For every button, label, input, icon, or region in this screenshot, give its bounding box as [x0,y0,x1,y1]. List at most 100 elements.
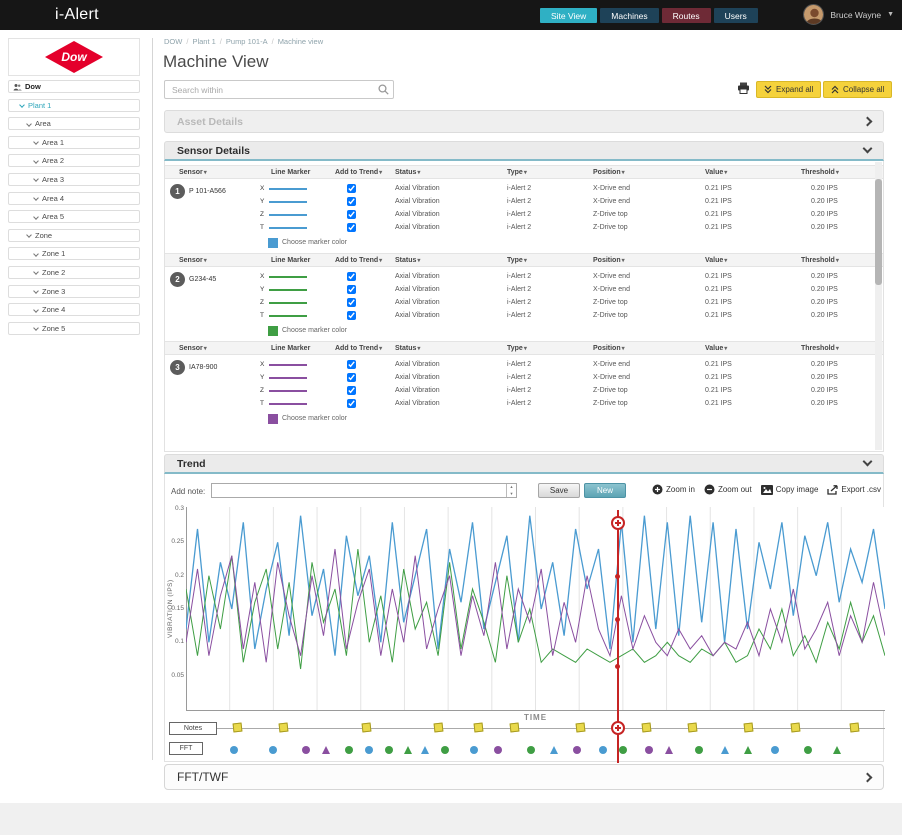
breadcrumb-item-machine-view[interactable]: Machine view [278,37,323,46]
fft-marker-triangle[interactable] [404,746,412,754]
fft-marker-triangle[interactable] [721,746,729,754]
scrollbar-track[interactable] [875,162,882,450]
collapse-all-button[interactable]: Collapse all [823,81,892,98]
column-header-status[interactable]: Status▾ [381,257,493,264]
fft-marker-triangle[interactable] [665,746,673,754]
section-trend[interactable]: Trend [164,454,884,474]
note-marker[interactable] [510,723,520,733]
fft-marker-circle[interactable] [470,746,478,754]
note-marker[interactable] [576,723,586,733]
sidebar-item-area-5[interactable]: Area 5 [8,210,140,223]
add-to-trend-checkbox[interactable] [347,184,356,193]
sidebar-item-zone-4[interactable]: Zone 4 [8,303,140,316]
column-header-type[interactable]: Type▾ [493,169,579,176]
column-header-sensor[interactable]: Sensor▾ [165,345,257,352]
column-header-line-marker[interactable]: Line Marker [257,169,321,176]
column-header-position[interactable]: Position▾ [579,169,691,176]
note-marker[interactable] [434,723,444,733]
section-sensor-details[interactable]: Sensor Details [164,141,884,161]
fft-marker-circle[interactable] [645,746,653,754]
section-fft-twf[interactable]: FFT/TWF [164,764,884,790]
column-header-status[interactable]: Status▾ [381,345,493,352]
export-csv-button[interactable]: Export .csv [827,485,881,495]
note-marker[interactable] [688,723,698,733]
add-to-trend-checkbox[interactable] [347,360,356,369]
column-header-add-to-trend[interactable]: Add to Trend▾ [321,169,381,176]
scrollbar-thumb[interactable] [875,179,882,285]
spinner-down-icon[interactable]: ▾ [507,491,516,498]
section-asset-details[interactable]: Asset Details [164,110,884,133]
note-marker[interactable] [790,723,800,733]
fft-marker-triangle[interactable] [322,746,330,754]
add-to-trend-checkbox[interactable] [347,197,356,206]
fft-marker-circle[interactable] [302,746,310,754]
choose-marker-color[interactable]: Choose marker color [268,324,883,337]
column-header-sensor[interactable]: Sensor▾ [165,169,257,176]
column-header-value[interactable]: Value▾ [691,257,787,264]
add-to-trend-checkbox[interactable] [347,386,356,395]
column-header-line-marker[interactable]: Line Marker [257,257,321,264]
column-header-status[interactable]: Status▾ [381,169,493,176]
fft-marker-circle[interactable] [269,746,277,754]
fft-marker-triangle[interactable] [833,746,841,754]
note-marker[interactable] [232,723,242,733]
note-marker[interactable] [361,723,371,733]
column-header-position[interactable]: Position▾ [579,257,691,264]
sidebar-item-zone-2[interactable]: Zone 2 [8,266,140,279]
zoom-in-button[interactable]: Zoom in [652,484,695,495]
fft-marker-circle[interactable] [345,746,353,754]
fft-marker-triangle[interactable] [744,746,752,754]
user-menu[interactable]: Bruce Wayne ▼ [803,4,894,25]
add-to-trend-checkbox[interactable] [347,272,356,281]
sidebar-item-zone[interactable]: Zone [8,229,140,242]
nav-users[interactable]: Users [714,8,758,23]
fft-marker-circle[interactable] [771,746,779,754]
add-to-trend-checkbox[interactable] [347,285,356,294]
fft-marker-circle[interactable] [527,746,535,754]
note-marker[interactable] [849,723,859,733]
sidebar-item-zone-3[interactable]: Zone 3 [8,285,140,298]
column-header-line-marker[interactable]: Line Marker [257,345,321,352]
caret-down-icon[interactable]: ▼ [887,11,894,18]
add-to-trend-checkbox[interactable] [347,399,356,408]
new-button[interactable]: New [584,483,626,498]
expand-all-button[interactable]: Expand all [756,81,821,98]
choose-marker-color[interactable]: Choose marker color [268,236,883,249]
column-header-threshold[interactable]: Threshold▾ [787,257,867,264]
fft-marker-circle[interactable] [494,746,502,754]
fft-marker-circle[interactable] [441,746,449,754]
nav-site-view[interactable]: Site View [540,8,597,23]
fft-marker-circle[interactable] [573,746,581,754]
choose-marker-color[interactable]: Choose marker color [268,412,883,425]
fft-marker-circle[interactable] [230,746,238,754]
chart-cursor[interactable] [617,510,619,763]
fft-marker-triangle[interactable] [550,746,558,754]
fft-marker-triangle[interactable] [421,746,429,754]
zoom-out-button[interactable]: Zoom out [704,484,752,495]
sidebar-item-plant-1[interactable]: Plant 1 [8,99,140,112]
column-header-threshold[interactable]: Threshold▾ [787,169,867,176]
sidebar-item-area-1[interactable]: Area 1 [8,136,140,149]
note-marker[interactable] [744,723,754,733]
search-input[interactable] [164,80,394,99]
sidebar-item-zone-5[interactable]: Zone 5 [8,322,140,335]
column-header-sensor[interactable]: Sensor▾ [165,257,257,264]
add-to-trend-checkbox[interactable] [347,311,356,320]
add-to-trend-checkbox[interactable] [347,210,356,219]
breadcrumb-item-dow[interactable]: DOW [164,37,182,46]
column-header-add-to-trend[interactable]: Add to Trend▾ [321,257,381,264]
sidebar-item-area-4[interactable]: Area 4 [8,192,140,205]
column-header-add-to-trend[interactable]: Add to Trend▾ [321,345,381,352]
breadcrumb-item-plant-1[interactable]: Plant 1 [192,37,215,46]
fft-marker-circle[interactable] [695,746,703,754]
fft-marker-circle[interactable] [365,746,373,754]
fft-marker-circle[interactable] [385,746,393,754]
breadcrumb-item-pump-101-a[interactable]: Pump 101-A [226,37,268,46]
cursor-handle-top[interactable] [611,516,625,530]
sidebar-item-area[interactable]: Area [8,117,140,130]
column-header-value[interactable]: Value▾ [691,169,787,176]
sidebar-item-area-2[interactable]: Area 2 [8,154,140,167]
note-marker[interactable] [279,723,289,733]
cursor-handle-bottom[interactable] [611,721,625,735]
fft-marker-circle[interactable] [619,746,627,754]
